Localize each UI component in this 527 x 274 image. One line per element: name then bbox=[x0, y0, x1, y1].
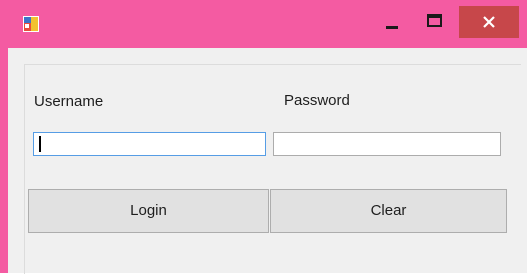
maximize-button[interactable] bbox=[415, 6, 453, 38]
text-caret bbox=[39, 136, 41, 152]
password-label: Password bbox=[284, 92, 350, 109]
maximize-icon bbox=[427, 14, 442, 27]
form-client-area: Username Password Login Clear bbox=[8, 48, 527, 274]
login-button[interactable]: Login bbox=[28, 189, 269, 233]
title-bar[interactable] bbox=[0, 0, 527, 48]
clear-button[interactable]: Clear bbox=[270, 189, 507, 233]
minimize-button[interactable] bbox=[374, 6, 412, 38]
login-window: Username Password Login Clear bbox=[0, 0, 527, 274]
app-icon[interactable] bbox=[23, 16, 39, 32]
username-field[interactable] bbox=[33, 132, 266, 156]
close-button[interactable] bbox=[459, 6, 519, 38]
username-label: Username bbox=[34, 93, 104, 110]
minimize-icon bbox=[386, 26, 398, 29]
close-icon bbox=[483, 16, 495, 28]
password-field[interactable] bbox=[273, 132, 501, 156]
